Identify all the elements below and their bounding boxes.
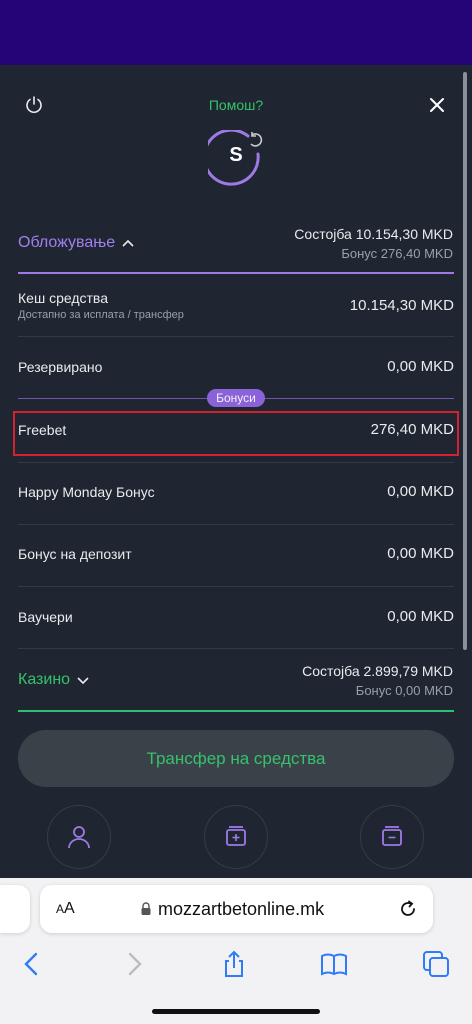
- profile-button[interactable]: [47, 805, 111, 869]
- divider: [18, 648, 454, 649]
- withdraw-button[interactable]: [360, 805, 424, 869]
- reload-icon[interactable]: [398, 899, 418, 919]
- previous-tab[interactable]: [0, 885, 30, 933]
- scrollbar[interactable]: [463, 72, 467, 650]
- cash-funds-label: Кеш средства: [18, 290, 108, 306]
- happy-monday-label: Happy Monday Бонус: [18, 483, 155, 500]
- betting-balance: Состојба 10.154,30 MKD Бонус 276,40 MKD: [294, 226, 453, 261]
- casino-section-toggle[interactable]: Казино: [18, 671, 90, 689]
- cash-funds-sub: Достапно за исплата / трансфер: [18, 309, 184, 321]
- vouchers-label: Ваучери: [18, 608, 73, 625]
- tabs-icon[interactable]: [422, 950, 450, 978]
- happy-monday-value: 0,00 MKD: [387, 483, 454, 500]
- close-icon[interactable]: [428, 96, 446, 114]
- divider: [18, 336, 454, 337]
- betting-bonus: Бонус 276,40 MKD: [341, 246, 453, 261]
- casino-title: Казино: [18, 671, 71, 688]
- betting-underline: [18, 272, 454, 274]
- happy-monday-row: Happy Monday Бонус 0,00 MKD: [18, 483, 454, 500]
- url-text[interactable]: mozzartbetonline.mk: [158, 899, 324, 920]
- highlight-box: [13, 411, 459, 456]
- home-indicator: [152, 1009, 320, 1014]
- reserved-label: Резервирано: [18, 358, 103, 375]
- cash-funds-value: 10.154,30 MKD: [349, 297, 454, 314]
- forward-icon[interactable]: [120, 950, 148, 978]
- transfer-funds-button[interactable]: Трансфер на средства: [18, 730, 454, 787]
- chevron-up-icon: [122, 239, 134, 247]
- deposit-bonus-value: 0,00 MKD: [387, 545, 454, 562]
- bookmarks-icon[interactable]: [320, 950, 348, 978]
- deposit-button[interactable]: [204, 805, 268, 869]
- reader-settings-button[interactable]: AA: [56, 900, 75, 918]
- back-icon[interactable]: [18, 950, 46, 978]
- betting-state: Состојба 10.154,30 MKD: [294, 226, 453, 242]
- lock-icon: [141, 902, 151, 915]
- casino-state: Состојба 2.899,79 MKD: [302, 663, 453, 679]
- cash-funds-row: Кеш средства Достапно за исплата / транс…: [18, 290, 454, 321]
- reserved-row: Резервирано 0,00 MKD: [18, 358, 454, 375]
- divider: [18, 524, 454, 525]
- casino-underline: [18, 710, 454, 712]
- vouchers-value: 0,00 MKD: [387, 608, 454, 625]
- power-icon[interactable]: [24, 95, 44, 115]
- bonus-pill: Бонуси: [207, 389, 265, 407]
- wallet-plus-icon: [226, 826, 246, 846]
- betting-title: Обложување: [18, 234, 116, 251]
- casino-bonus: Бонус 0,00 MKD: [355, 683, 453, 698]
- vouchers-row: Ваучери 0,00 MKD: [18, 608, 454, 625]
- betting-section-toggle[interactable]: Обложување: [18, 234, 135, 252]
- share-icon[interactable]: [220, 950, 248, 978]
- user-icon: [68, 826, 90, 849]
- divider: [18, 462, 454, 463]
- chevron-down-icon: [77, 677, 89, 685]
- aa-big: A: [64, 900, 75, 917]
- reserved-value: 0,00 MKD: [387, 358, 454, 375]
- divider: [18, 586, 454, 587]
- deposit-bonus-row: Бонус на депозит 0,00 MKD: [18, 545, 454, 562]
- help-link[interactable]: Помош?: [200, 97, 272, 113]
- casino-balance: Состојба 2.899,79 MKD Бонус 0,00 MKD: [302, 663, 453, 698]
- wallet-minus-icon: [382, 826, 402, 846]
- aa-small: A: [56, 902, 65, 916]
- avatar-initial: S: [229, 144, 243, 166]
- status-bar: [0, 0, 472, 65]
- deposit-bonus-label: Бонус на депозит: [18, 545, 132, 562]
